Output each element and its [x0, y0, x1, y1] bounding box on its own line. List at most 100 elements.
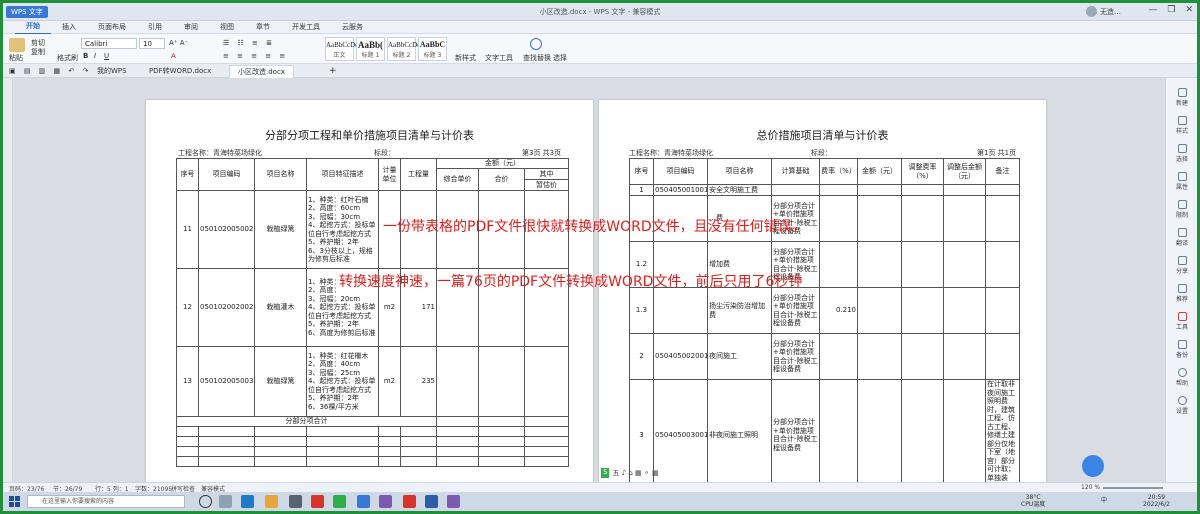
- align-buttons[interactable]: ≡ ≡ ≡ ≡ ≡: [223, 52, 288, 60]
- edge-browser-icon[interactable]: [241, 495, 254, 508]
- taskbar-app-icon[interactable]: [379, 495, 392, 508]
- panel-new[interactable]: 新建: [1166, 88, 1197, 107]
- paste-button[interactable]: 粘贴: [9, 53, 23, 63]
- tab-home[interactable]: 开始: [15, 20, 51, 35]
- cpu-temperature[interactable]: 38°C CPU温度: [1021, 494, 1045, 508]
- table-row: 3 050405003001 非夜间施工照明 分部分项合计+单价措施项目合计-除…: [629, 379, 1020, 482]
- cell-code: 050102005002: [198, 190, 255, 269]
- find-replace-button[interactable]: 查找替换: [523, 53, 551, 63]
- zoom-slider[interactable]: [1103, 487, 1163, 489]
- calculator-icon[interactable]: [289, 495, 302, 508]
- paste-icon[interactable]: [9, 38, 25, 52]
- new-style-button[interactable]: 新样式: [455, 53, 476, 63]
- wps-s-icon[interactable]: S: [601, 468, 610, 478]
- page-right-title: 总价措施项目清单与计价表: [756, 129, 889, 142]
- panel-backup[interactable]: 备份: [1166, 340, 1197, 359]
- minimize-button[interactable]: —: [1148, 5, 1157, 15]
- italic-button[interactable]: I: [94, 52, 96, 60]
- ime-indicator[interactable]: 中: [1101, 497, 1107, 504]
- tab-section[interactable]: 章节: [245, 21, 281, 34]
- cell-name: 非夜间施工照明: [707, 379, 772, 482]
- header-amount: 金额（元）: [435, 158, 570, 169]
- windows-start-icon[interactable]: [9, 496, 20, 507]
- user-account[interactable]: 无造…: [1086, 6, 1121, 17]
- style-normal[interactable]: AaBbCcDd 正文: [325, 37, 359, 61]
- cell-code: 050405002001: [653, 333, 708, 380]
- font-name-select[interactable]: Calibri: [81, 38, 137, 49]
- quick-access-icons[interactable]: ▣ ▤ ▥ ▦ ↶ ↷: [9, 67, 91, 75]
- document-workspace[interactable]: 分部分项工程和单价措施项目清单与计价表 工程名称：青海特菜场绿化 标段： 第3页…: [13, 78, 1165, 482]
- cell-seq: 1.3: [629, 287, 654, 334]
- word-icon[interactable]: [425, 495, 438, 508]
- floating-mini-toolbar[interactable]: S 五 ♪ ⌂ ▦ ⚬ ▦: [601, 468, 659, 478]
- panel-share[interactable]: 分享: [1166, 256, 1197, 275]
- taskbar-search-input[interactable]: 在这里输入你要搜索的内容: [27, 495, 185, 508]
- subtotal-label: 分部分项合计: [176, 416, 437, 427]
- page-left: 分部分项工程和单价措施项目清单与计价表 工程名称：青海特菜场绿化 标段： 第3页…: [146, 100, 593, 482]
- taskbar-app-icon[interactable]: [357, 495, 370, 508]
- grow-font-button[interactable]: A⁺ A⁻: [169, 39, 188, 47]
- tab-view[interactable]: 视图: [209, 21, 245, 34]
- file-explorer-icon[interactable]: [265, 495, 278, 508]
- bold-button[interactable]: B: [83, 52, 88, 60]
- taskbar-app-icon[interactable]: [219, 495, 232, 508]
- panel-style[interactable]: 样式: [1166, 116, 1197, 135]
- assistant-bird-icon[interactable]: [1082, 455, 1104, 477]
- panel-tools[interactable]: 工具: [1166, 312, 1197, 331]
- cell-name: 栽植绿篱: [254, 346, 307, 417]
- taskbar-app-icon[interactable]: [403, 495, 416, 508]
- tab-cloud[interactable]: 云服务: [331, 21, 374, 34]
- font-size-select[interactable]: 10: [139, 38, 165, 49]
- copy-button[interactable]: 复制: [31, 47, 45, 57]
- format-painter-button[interactable]: 格式刷: [57, 53, 78, 63]
- tab-developer[interactable]: 开发工具: [281, 21, 331, 34]
- doc-tab-my-wps[interactable]: 我的WPS: [89, 65, 135, 78]
- panel-recommend[interactable]: 推荐: [1166, 284, 1197, 303]
- clock[interactable]: 20:59 2022/6/2: [1143, 494, 1170, 508]
- cell-unit: m2: [378, 346, 401, 417]
- text-tools-button[interactable]: 文字工具: [485, 53, 513, 63]
- style-heading-2[interactable]: AaBbCcDd 标题 2: [387, 37, 421, 61]
- cell-code: 050102002002: [198, 268, 255, 347]
- cell-code: 050102005003: [198, 346, 255, 417]
- panel-select[interactable]: 选择: [1166, 144, 1197, 163]
- cell-code: 050405003001: [653, 379, 708, 482]
- header-adj-rate: 调整费率（%）: [901, 158, 944, 185]
- table-row: 2 050405002001 夜间施工 分部分项合计+单价措施项目合计-除税工程…: [629, 333, 1020, 380]
- tab-page-layout[interactable]: 页面布局: [87, 21, 137, 34]
- panel-translate[interactable]: 翻译: [1166, 228, 1197, 247]
- doc-tab-current[interactable]: 小区改造.docx: [229, 65, 294, 78]
- doc-tab-pdf-to-word[interactable]: PDF转WORD.docx: [141, 65, 219, 78]
- style-heading-3[interactable]: AaBbC 标题 3: [418, 37, 447, 61]
- panel-help[interactable]: 帮助: [1166, 368, 1197, 387]
- ribbon: 粘贴 剪切 复制 格式刷 Calibri 10 B I U A⁺ A⁻ A ☰ …: [3, 34, 1197, 64]
- cell-code: [653, 287, 708, 334]
- cell-remark: 在计取非夜间施工照明费时，建筑工程、仿古工程、修缮土建部分仅地下室（地宫）部分可…: [985, 379, 1020, 482]
- underline-button[interactable]: U: [104, 52, 109, 60]
- header-basis: 计算基础: [771, 158, 820, 185]
- task-view-icon[interactable]: [199, 495, 212, 508]
- list-buttons[interactable]: ☰ ☷ ≡ ≣: [223, 39, 275, 47]
- panel-restrict[interactable]: 限制: [1166, 200, 1197, 219]
- cell-basis: 分部分项合计+单价措施项目合计-除税工程设备费: [771, 333, 820, 380]
- wechat-icon[interactable]: [333, 495, 346, 508]
- wps-office-icon[interactable]: [311, 495, 324, 508]
- panel-settings[interactable]: 设置: [1166, 396, 1197, 415]
- maximize-button[interactable]: ❐: [1167, 5, 1175, 15]
- font-color-button[interactable]: A: [171, 52, 176, 60]
- avatar: [1086, 6, 1097, 17]
- tab-references[interactable]: 引用: [137, 21, 173, 34]
- page-number: 第1页 共1页: [977, 149, 1017, 157]
- panel-properties[interactable]: 属性: [1166, 172, 1197, 191]
- header-name: 项目名称: [254, 158, 307, 191]
- new-tab-button[interactable]: +: [329, 66, 337, 76]
- tab-review[interactable]: 审阅: [173, 21, 209, 34]
- taskbar-app-icon[interactable]: [447, 495, 460, 508]
- tab-insert[interactable]: 插入: [51, 21, 87, 34]
- table-row: 13 050102005003 栽植绿篱 1、种类：红花檵木 2、高度：40cm…: [176, 346, 570, 417]
- mini-toolbar-icons[interactable]: 五 ♪ ⌂ ▦ ⚬ ▦: [612, 468, 658, 478]
- zoom-level[interactable]: 120 %: [1081, 484, 1100, 491]
- select-button[interactable]: 选择: [553, 53, 567, 63]
- close-button[interactable]: ✕: [1185, 5, 1193, 15]
- style-heading-1[interactable]: AaBb( 标题 1: [356, 37, 385, 61]
